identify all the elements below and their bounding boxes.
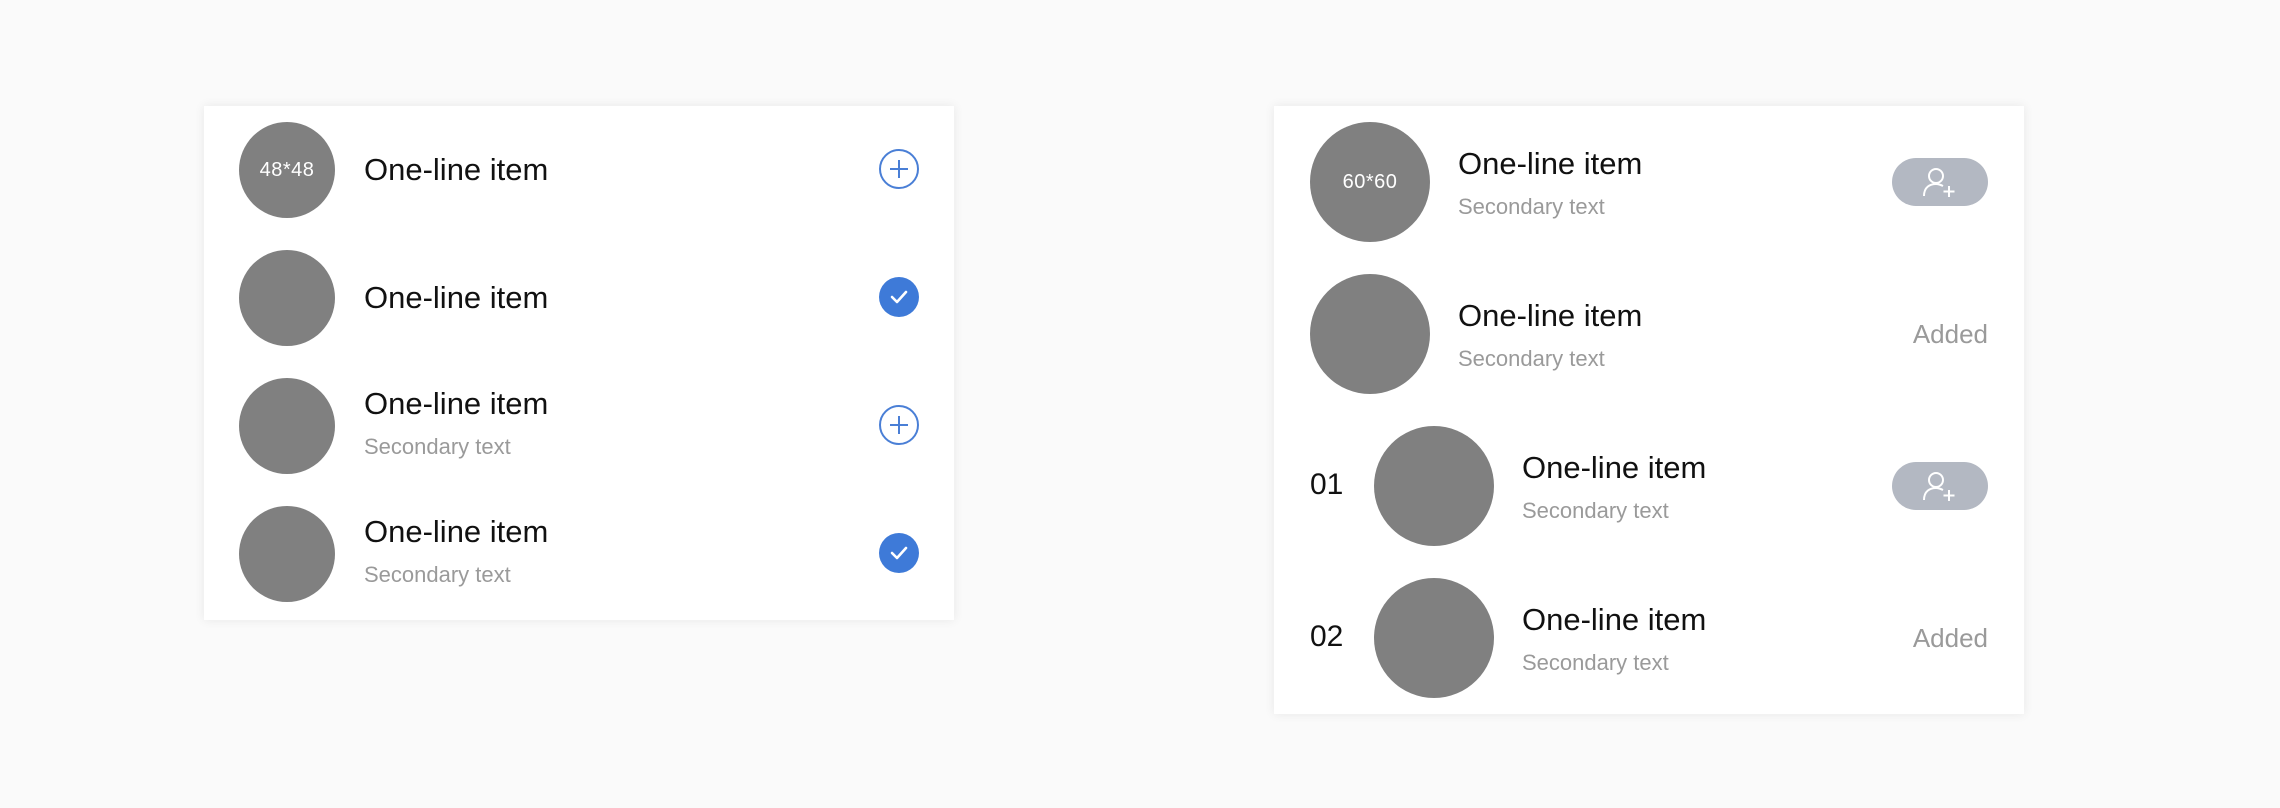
- avatar: [239, 378, 335, 474]
- item-title: One-line item: [1522, 602, 1707, 637]
- add-friend-button[interactable]: [1892, 158, 1988, 206]
- list-item[interactable]: One-line item: [204, 234, 954, 362]
- avatar: [1310, 274, 1430, 394]
- add-user-icon: [1923, 168, 1955, 197]
- avatar: [1374, 578, 1494, 698]
- avatar: 48*48: [239, 122, 335, 218]
- item-title: One-line item: [364, 280, 549, 315]
- avatar-size-label: 48*48: [259, 158, 315, 181]
- selected-toggle[interactable]: [879, 533, 919, 573]
- plus-icon: [890, 416, 908, 434]
- item-subtitle: Secondary text: [1458, 346, 1605, 371]
- avatar: [239, 506, 335, 602]
- list-item[interactable]: One-line item Secondary text: [204, 362, 954, 490]
- item-title: One-line item: [364, 386, 549, 421]
- avatar: 60*60: [1310, 122, 1430, 242]
- item-subtitle: Secondary text: [364, 562, 511, 587]
- avatar-size-label: 60*60: [1342, 170, 1398, 193]
- selected-toggle[interactable]: [879, 277, 919, 317]
- item-subtitle: Secondary text: [1458, 194, 1605, 219]
- list-item[interactable]: 02 One-line item Secondary text Added: [1274, 562, 2024, 714]
- list-item[interactable]: 60*60 One-line item Secondary text: [1274, 106, 2024, 258]
- added-status: Added: [1912, 319, 1988, 349]
- avatar: [239, 250, 335, 346]
- item-title: One-line item: [1458, 146, 1643, 181]
- item-subtitle: Secondary text: [1522, 498, 1669, 523]
- check-icon: [890, 546, 908, 560]
- add-button[interactable]: [879, 149, 919, 189]
- item-title: One-line item: [364, 152, 549, 187]
- add-button[interactable]: [879, 405, 919, 445]
- contact-list-card-large: 60*60 One-line item Secondary text One-l…: [1274, 106, 2024, 714]
- item-title: One-line item: [1458, 298, 1643, 333]
- add-user-icon: [1923, 472, 1955, 501]
- list-item[interactable]: One-line item Secondary text: [204, 490, 954, 618]
- list-item[interactable]: 01 One-line item Secondary text: [1274, 410, 2024, 562]
- rank-number: 02: [1310, 620, 1344, 653]
- item-title: One-line item: [364, 514, 549, 549]
- plus-icon: [890, 160, 908, 178]
- added-status: Added: [1912, 623, 1988, 653]
- list-item[interactable]: One-line item Secondary text Added: [1274, 258, 2024, 410]
- contact-list-card-small: 48*48 One-line item One-line item One-li…: [204, 106, 954, 620]
- list-item[interactable]: 48*48 One-line item: [204, 106, 954, 234]
- check-icon: [890, 290, 908, 304]
- rank-number: 01: [1310, 468, 1344, 501]
- add-friend-button[interactable]: [1892, 462, 1988, 510]
- item-subtitle: Secondary text: [364, 434, 511, 459]
- item-subtitle: Secondary text: [1522, 650, 1669, 675]
- avatar: [1374, 426, 1494, 546]
- item-title: One-line item: [1522, 450, 1707, 485]
